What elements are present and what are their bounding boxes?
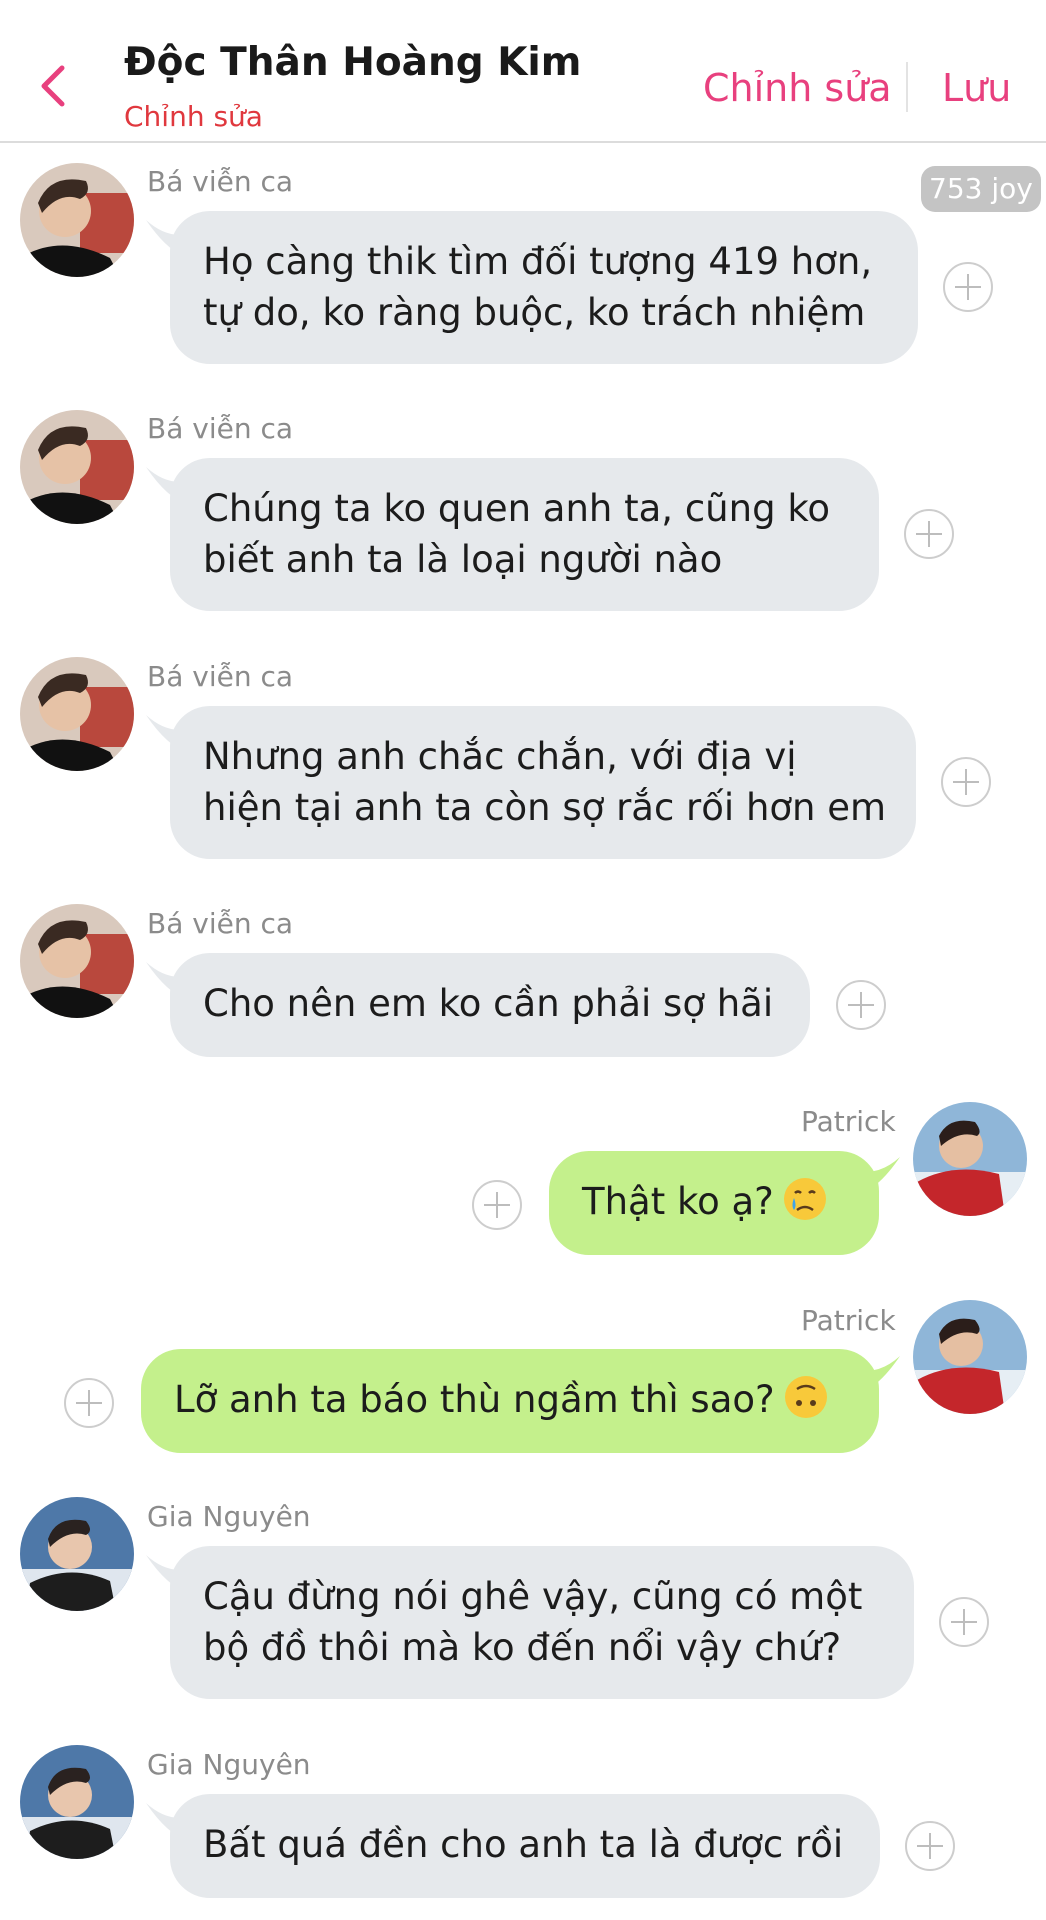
message-bubble[interactable]: Cho nên em ko cần phải sợ hãi xyxy=(170,953,810,1057)
sender-name: Bá viễn ca xyxy=(147,660,294,693)
message-bubble[interactable]: Cậu đừng nói ghê vậy, cũng có một bộ đồ … xyxy=(170,1546,914,1699)
save-button[interactable]: Lưu xyxy=(942,66,1011,110)
message-line: Lỡ anh ta báo thù ngầm thì sao? xyxy=(174,1378,775,1421)
sender-name: Patrick xyxy=(801,1105,896,1138)
sender-name: Bá viễn ca xyxy=(147,165,294,198)
add-reaction-icon[interactable] xyxy=(836,980,886,1030)
message-line: Chúng ta ko quen anh ta, cũng ko xyxy=(203,487,831,530)
message-line: bộ đồ thôi mà ko đến nổi vậy chứ? xyxy=(203,1626,842,1669)
message-bubble[interactable]: Họ càng thik tìm đối tượng 419 hơn, tự d… xyxy=(170,211,918,364)
message-bubble[interactable]: Bất quá đền cho anh ta là được rồi xyxy=(170,1794,880,1898)
upside-down-face-icon xyxy=(784,1376,827,1418)
add-reaction-icon[interactable] xyxy=(472,1180,522,1230)
add-reaction-icon[interactable] xyxy=(939,1597,989,1647)
sender-name: Gia Nguyên xyxy=(147,1748,311,1781)
avatar[interactable] xyxy=(913,1300,1027,1414)
message-line: Cậu đừng nói ghê vậy, cũng có một xyxy=(203,1575,863,1618)
add-reaction-icon[interactable] xyxy=(904,509,954,559)
message-bubble[interactable]: Chúng ta ko quen anh ta, cũng ko biết an… xyxy=(170,458,879,611)
message-line: Họ càng thik tìm đối tượng 419 hơn, xyxy=(203,240,873,283)
message-line: tự do, ko ràng buộc, ko trách nhiệm xyxy=(203,291,866,334)
sender-name: Patrick xyxy=(801,1304,896,1337)
back-chevron-icon[interactable] xyxy=(38,62,68,110)
chat-title: Độc Thân Hoàng Kim xyxy=(124,40,582,85)
crying-face-icon xyxy=(783,1178,826,1220)
avatar[interactable] xyxy=(20,1745,134,1859)
chat-subtitle[interactable]: Chỉnh sửa xyxy=(124,100,263,133)
add-reaction-icon[interactable] xyxy=(941,757,991,807)
avatar[interactable] xyxy=(20,904,134,1018)
avatar[interactable] xyxy=(20,410,134,524)
message-line: Bất quá đền cho anh ta là được rồi xyxy=(203,1823,844,1866)
sender-name: Gia Nguyên xyxy=(147,1500,311,1533)
avatar[interactable] xyxy=(20,657,134,771)
message-line: Cho nên em ko cần phải sợ hãi xyxy=(203,982,774,1025)
message-bubble[interactable]: Thật ko ạ? xyxy=(549,1151,879,1255)
joy-badge: 753 joy xyxy=(921,166,1041,212)
message-line: Thật ko ạ? xyxy=(582,1180,774,1223)
message-bubble[interactable]: Nhưng anh chắc chắn, với địa vị hiện tại… xyxy=(170,706,916,859)
sender-name: Bá viễn ca xyxy=(147,907,294,940)
add-reaction-icon[interactable] xyxy=(905,1821,955,1871)
message-line: Nhưng anh chắc chắn, với địa vị xyxy=(203,735,797,778)
message-line: biết anh ta là loại người nào xyxy=(203,538,723,581)
header-divider xyxy=(906,62,908,112)
add-reaction-icon[interactable] xyxy=(64,1378,114,1428)
add-reaction-icon[interactable] xyxy=(943,262,993,312)
avatar[interactable] xyxy=(20,163,134,277)
edit-button[interactable]: Chỉnh sửa xyxy=(703,66,892,110)
avatar[interactable] xyxy=(20,1497,134,1611)
chat-header: Độc Thân Hoàng Kim Chỉnh sửa Chỉnh sửa L… xyxy=(0,0,1046,143)
message-line: hiện tại anh ta còn sợ rắc rối hơn em xyxy=(203,786,887,829)
sender-name: Bá viễn ca xyxy=(147,412,294,445)
message-bubble[interactable]: Lỡ anh ta báo thù ngầm thì sao? xyxy=(141,1349,879,1453)
avatar[interactable] xyxy=(913,1102,1027,1216)
